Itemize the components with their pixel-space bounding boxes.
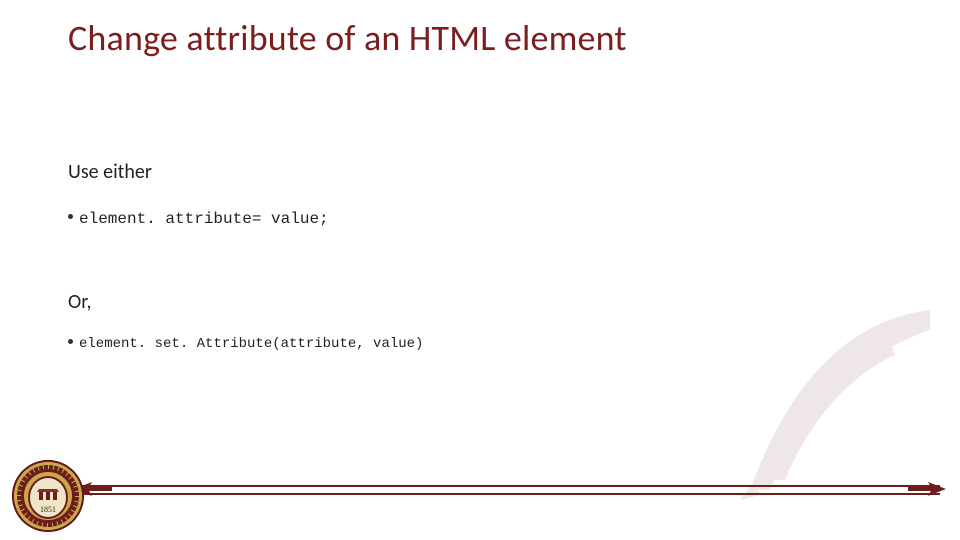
slide-title: Change attribute of an HTML element — [68, 16, 627, 60]
university-seal-icon: 1851 — [12, 460, 84, 532]
or-text: Or, — [68, 290, 92, 314]
divider-rule — [78, 485, 940, 495]
code-line-2: element. set. Attribute(attribute, value… — [68, 336, 423, 352]
feather-watermark-icon — [730, 300, 950, 500]
bullet-icon — [68, 214, 73, 219]
code-text-1: element. attribute= value; — [79, 210, 329, 228]
seal-year: 1851 — [40, 505, 56, 514]
intro-text: Use either — [68, 160, 152, 184]
spear-right-icon — [908, 482, 946, 496]
code-text-2: element. set. Attribute(attribute, value… — [79, 336, 423, 352]
code-line-1: element. attribute= value; — [68, 210, 329, 228]
slide: Change attribute of an HTML element Use … — [0, 0, 960, 540]
bullet-icon — [68, 339, 73, 344]
